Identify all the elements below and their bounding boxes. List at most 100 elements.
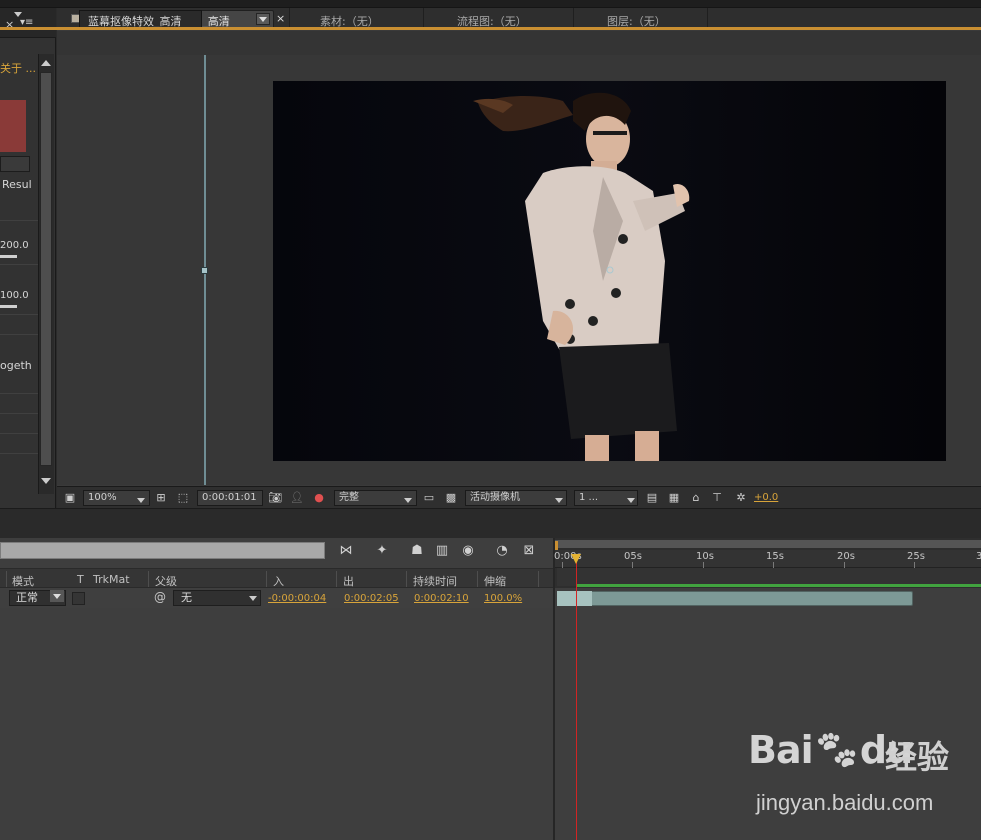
shy-layers-icon[interactable]: ☗: [407, 542, 427, 560]
layer-duration[interactable]: 0:00:02:10: [414, 593, 469, 604]
scroll-up-icon[interactable]: [41, 60, 51, 66]
column-divider: [406, 571, 407, 587]
param-value-1[interactable]: 200.0: [0, 240, 29, 251]
safe-margins-icon[interactable]: ⊞: [153, 490, 169, 506]
camera-dropdown[interactable]: 活动摄像机: [465, 490, 567, 506]
layer-out-point[interactable]: 0:00:02:05: [344, 593, 399, 604]
timecode-value: 0:00:01:01: [202, 492, 257, 503]
jingyan-text: 经验: [885, 738, 950, 776]
motion-blur-icon[interactable]: ◉: [458, 542, 478, 560]
effect-dropdown[interactable]: [0, 156, 30, 172]
timeline-search-input[interactable]: [0, 542, 325, 559]
zoom-value: 100%: [88, 492, 117, 503]
column-t[interactable]: T: [77, 573, 84, 586]
chevron-down-icon: [14, 12, 22, 17]
composition-frame-image[interactable]: [273, 81, 946, 461]
divider: [0, 314, 38, 315]
layer-in-point[interactable]: -0:00:00:04: [268, 593, 326, 604]
divider: [0, 220, 38, 221]
channel-rgb-icon[interactable]: ●: [311, 490, 327, 506]
timeline-column-header: 模式 T TrkMat 父级 入 出 持续时间 伸缩: [0, 568, 555, 588]
param-slider-1[interactable]: [0, 255, 17, 258]
composition-viewer[interactable]: [57, 55, 981, 485]
guide-handle[interactable]: [201, 267, 208, 274]
timeline-layer-row[interactable]: 正常 @ 无 -0:00:00:04 0:00:02:05 0:00:02:10…: [0, 588, 555, 608]
parent-dropdown[interactable]: 无: [173, 590, 261, 606]
layer-stretch[interactable]: 100.0%: [484, 593, 522, 604]
about-link[interactable]: 关于 ...: [0, 60, 36, 76]
timecode-field[interactable]: 0:00:01:01: [197, 490, 263, 506]
composition-panel: 🔓︎ 合成: 蓝幕抠像特效_高清 × 素材:（无） 流程图:（无） 图层:（无）…: [57, 8, 981, 508]
parent-value: 无: [181, 591, 192, 604]
column-divider: [477, 571, 478, 587]
always-preview-icon[interactable]: ▣: [62, 490, 78, 506]
column-divider: [6, 571, 7, 587]
pickwhip-icon[interactable]: @: [154, 590, 166, 604]
graph-editor-icon[interactable]: ◔: [492, 542, 512, 560]
divider: [0, 393, 38, 394]
composition-navigator: [57, 31, 981, 55]
brainstorm-icon[interactable]: ⊠: [519, 542, 539, 560]
effect-controls-panel: × ▾≡ 关于 ... Resul 200.0 100.0 ogeth: [0, 8, 56, 508]
flowchart-icon[interactable]: ⊤: [709, 490, 725, 506]
panel-divider[interactable]: [0, 508, 981, 538]
color-swatch[interactable]: [0, 100, 26, 152]
column-out[interactable]: 出: [343, 573, 354, 589]
transparency-grid-icon[interactable]: ▩: [443, 490, 459, 506]
divider: [0, 334, 38, 335]
chevron-down-icon: [555, 498, 563, 503]
timeline-icon[interactable]: ⌂: [688, 490, 704, 506]
chevron-down-icon: [404, 498, 412, 503]
trackmat-toggle[interactable]: [72, 592, 85, 605]
scrollbar-thumb[interactable]: [40, 72, 52, 466]
fast-preview-render-icon[interactable]: ▦: [666, 490, 682, 506]
column-mode[interactable]: 模式: [12, 573, 34, 589]
param-slider-2[interactable]: [0, 305, 17, 308]
column-divider: [336, 571, 337, 587]
close-icon[interactable]: ×: [276, 12, 285, 25]
column-duration[interactable]: 持续时间: [413, 573, 457, 589]
fast-previews-icon[interactable]: ▭: [421, 490, 437, 506]
toggle-pixel-aspect-icon[interactable]: ▤: [644, 490, 660, 506]
column-in[interactable]: 入: [273, 573, 284, 589]
chevron-down-icon: [53, 594, 61, 599]
resolution-value: 完整: [339, 492, 359, 503]
composition-mini-flowchart-icon[interactable]: ⋈: [336, 542, 356, 560]
timeline-split-divider[interactable]: [553, 538, 555, 840]
draft-3d-icon[interactable]: ✦: [372, 542, 392, 560]
result-label: Resul: [2, 178, 32, 191]
scroll-down-icon[interactable]: [41, 478, 51, 484]
column-divider: [266, 571, 267, 587]
timeline-panel-accent-bar: [0, 27, 981, 30]
chevron-down-icon: [137, 498, 145, 503]
watermark-url: jingyan.baidu.com: [756, 790, 934, 815]
keyed-person-image: [273, 81, 946, 461]
chevron-down-icon: [259, 17, 267, 22]
together-label: ogeth: [0, 359, 32, 372]
chevron-down-icon: [249, 596, 257, 601]
column-stretch[interactable]: 伸缩: [484, 573, 506, 589]
param-value-2[interactable]: 100.0: [0, 290, 29, 301]
snapshot-camera-icon[interactable]: 📷︎: [267, 490, 283, 506]
column-divider: [148, 571, 149, 587]
divider: [0, 433, 38, 434]
exposure-value[interactable]: +0.0: [754, 492, 778, 503]
composition-footer-toolbar: ▣ 100% ⊞ ⬚ 0:00:01:01 📷︎ 👤︎ ● 完整 ▭ ▩ 活动摄…: [57, 486, 981, 508]
baidu-brand-text: Bai: [748, 728, 814, 772]
column-trkmat[interactable]: TrkMat: [93, 573, 130, 586]
column-parent[interactable]: 父级: [155, 573, 177, 589]
divider: [0, 264, 38, 265]
show-snapshot-icon[interactable]: 👤︎: [289, 490, 305, 506]
views-value: 1 ...: [579, 492, 599, 503]
top-toolbar-strip: [0, 0, 981, 8]
chevron-down-icon: [627, 498, 635, 503]
column-divider: [538, 571, 539, 587]
frame-blending-icon[interactable]: ▥: [432, 542, 452, 560]
divider: [0, 453, 38, 454]
baidu-jingyan-watermark: Bai🐾︎du 经验 jingyan.baidu.com: [748, 728, 978, 823]
camera-value: 活动摄像机: [470, 492, 520, 503]
blend-mode-value: 正常: [16, 591, 38, 604]
region-of-interest-icon[interactable]: ⬚: [175, 490, 191, 506]
exposure-reset-icon[interactable]: ✲: [733, 490, 749, 506]
divider: [0, 413, 38, 414]
